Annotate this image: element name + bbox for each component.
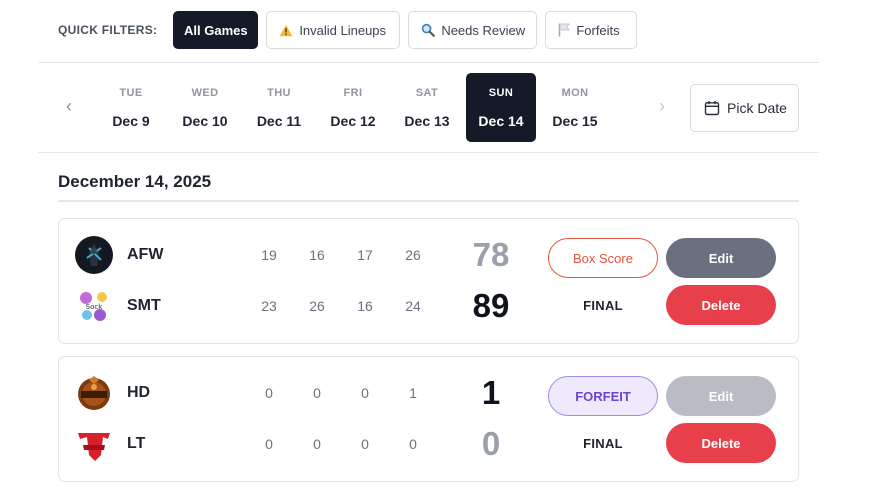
- day-thu[interactable]: THU Dec 11: [244, 73, 314, 142]
- quarter-score: 1: [409, 385, 417, 401]
- team-row-away: LT 0 0 0 0 0 FINAL Delete: [59, 421, 798, 467]
- quarter-score: 0: [361, 385, 369, 401]
- filter-all-games-button[interactable]: All Games: [173, 11, 259, 49]
- day-date: Dec 13: [404, 113, 450, 129]
- quarter-score: 17: [357, 247, 373, 263]
- quarter-score: 23: [261, 298, 277, 314]
- total-score: 78: [472, 236, 510, 273]
- day-of-week: TUE: [119, 87, 143, 99]
- filter-forfeits-label: Forfeits: [576, 22, 620, 38]
- team-name: LT: [127, 435, 146, 452]
- quarter-score: 16: [357, 298, 373, 314]
- team-name: HD: [127, 384, 151, 401]
- calendar-icon: [704, 100, 720, 116]
- total-score: 1: [481, 374, 501, 411]
- day-of-week: SUN: [488, 87, 514, 99]
- day-date: Dec 12: [330, 113, 376, 129]
- quarter-score: 24: [405, 298, 421, 314]
- day-of-week: SAT: [415, 87, 439, 99]
- heading-rule: [58, 200, 799, 202]
- edit-label: Edit: [708, 388, 734, 404]
- day-tue[interactable]: TUE Dec 9: [96, 73, 166, 142]
- next-week-arrow[interactable]: ›: [659, 96, 665, 117]
- edit-button-disabled[interactable]: Edit: [666, 376, 776, 416]
- day-of-week: FRI: [343, 87, 363, 99]
- svg-text:Sock: Sock: [86, 303, 104, 311]
- flag-icon: [558, 23, 571, 37]
- quarter-score: 16: [309, 247, 325, 263]
- warning-icon: [279, 24, 293, 37]
- filter-needs-review-button[interactable]: Needs Review: [408, 11, 538, 49]
- prev-week-arrow[interactable]: ‹: [66, 96, 72, 117]
- team-name: AFW: [127, 246, 164, 263]
- box-score-label: Box Score: [573, 250, 633, 266]
- day-of-week: THU: [267, 87, 291, 99]
- hd-logo: [75, 374, 113, 412]
- filters-divider: [38, 62, 819, 63]
- quarter-score: 0: [313, 385, 321, 401]
- day-date: Dec 9: [112, 113, 150, 129]
- day-date: Dec 14: [478, 113, 524, 129]
- delete-button[interactable]: Delete: [666, 285, 776, 325]
- day-sat[interactable]: SAT Dec 13: [392, 73, 462, 142]
- day-date: Dec 10: [182, 113, 228, 129]
- delete-button[interactable]: Delete: [666, 423, 776, 463]
- quarter-score: 0: [265, 385, 273, 401]
- quarter-score: 0: [409, 436, 417, 452]
- forfeit-label: FORFEIT: [575, 388, 631, 404]
- day-of-week: MON: [561, 87, 589, 99]
- pick-date-button[interactable]: Pick Date: [690, 84, 799, 132]
- quick-filters: QUICK FILTERS: All Games Invalid Lineups…: [58, 11, 645, 49]
- day-mon[interactable]: MON Dec 15: [540, 73, 610, 142]
- team-name: SMT: [127, 297, 161, 314]
- quarter-score: 26: [309, 298, 325, 314]
- forfeit-badge[interactable]: FORFEIT: [548, 376, 658, 416]
- edit-button[interactable]: Edit: [666, 238, 776, 278]
- day-sun-selected[interactable]: SUN Dec 14: [466, 73, 536, 142]
- game-status: FINAL: [583, 298, 623, 313]
- team-row-home: HD 0 0 0 1 1 FORFEIT Edit: [59, 370, 798, 416]
- quarter-score: 0: [265, 436, 273, 452]
- quarter-score: 19: [261, 247, 277, 263]
- delete-label: Delete: [701, 297, 741, 313]
- quarter-score: 0: [313, 436, 321, 452]
- lt-logo: [75, 425, 113, 463]
- date-heading: December 14, 2025: [58, 172, 212, 191]
- day-date: Dec 11: [256, 113, 302, 129]
- filter-needs-review-label: Needs Review: [441, 22, 526, 38]
- filter-forfeits-button[interactable]: Forfeits: [545, 11, 638, 49]
- afw-logo: [75, 236, 113, 274]
- dates-divider: [38, 152, 819, 153]
- day-fri[interactable]: FRI Dec 12: [318, 73, 388, 142]
- game-status: FINAL: [583, 436, 623, 451]
- game-card: AFW 19 16 17 26 78 Box Score Edit Sock S…: [58, 218, 799, 344]
- magnifier-icon: [421, 23, 436, 37]
- box-score-button[interactable]: Box Score: [548, 238, 658, 278]
- total-score: 0: [481, 425, 501, 462]
- filter-invalid-lineups-label: Invalid Lineups: [299, 22, 387, 38]
- day-of-week: WED: [191, 87, 219, 99]
- team-row-home: AFW 19 16 17 26 78 Box Score Edit: [59, 232, 798, 278]
- pick-date-label: Pick Date: [727, 100, 787, 116]
- total-score: 89: [472, 287, 510, 324]
- game-card: HD 0 0 0 1 1 FORFEIT Edit LT 0 0 0 0 0 F…: [58, 356, 799, 482]
- edit-label: Edit: [708, 250, 734, 266]
- filter-invalid-lineups-button[interactable]: Invalid Lineups: [266, 11, 401, 49]
- quarter-score: 26: [405, 247, 421, 263]
- delete-label: Delete: [701, 435, 741, 451]
- day-date: Dec 15: [552, 113, 598, 129]
- quarter-score: 0: [361, 436, 369, 452]
- smt-logo: Sock: [75, 287, 113, 325]
- quick-filters-label: QUICK FILTERS:: [58, 23, 158, 37]
- team-row-away: Sock SMT 23 26 16 24 89 FINAL Delete: [59, 283, 798, 329]
- day-wed[interactable]: WED Dec 10: [170, 73, 240, 142]
- filter-all-games-label: All Games: [184, 22, 248, 38]
